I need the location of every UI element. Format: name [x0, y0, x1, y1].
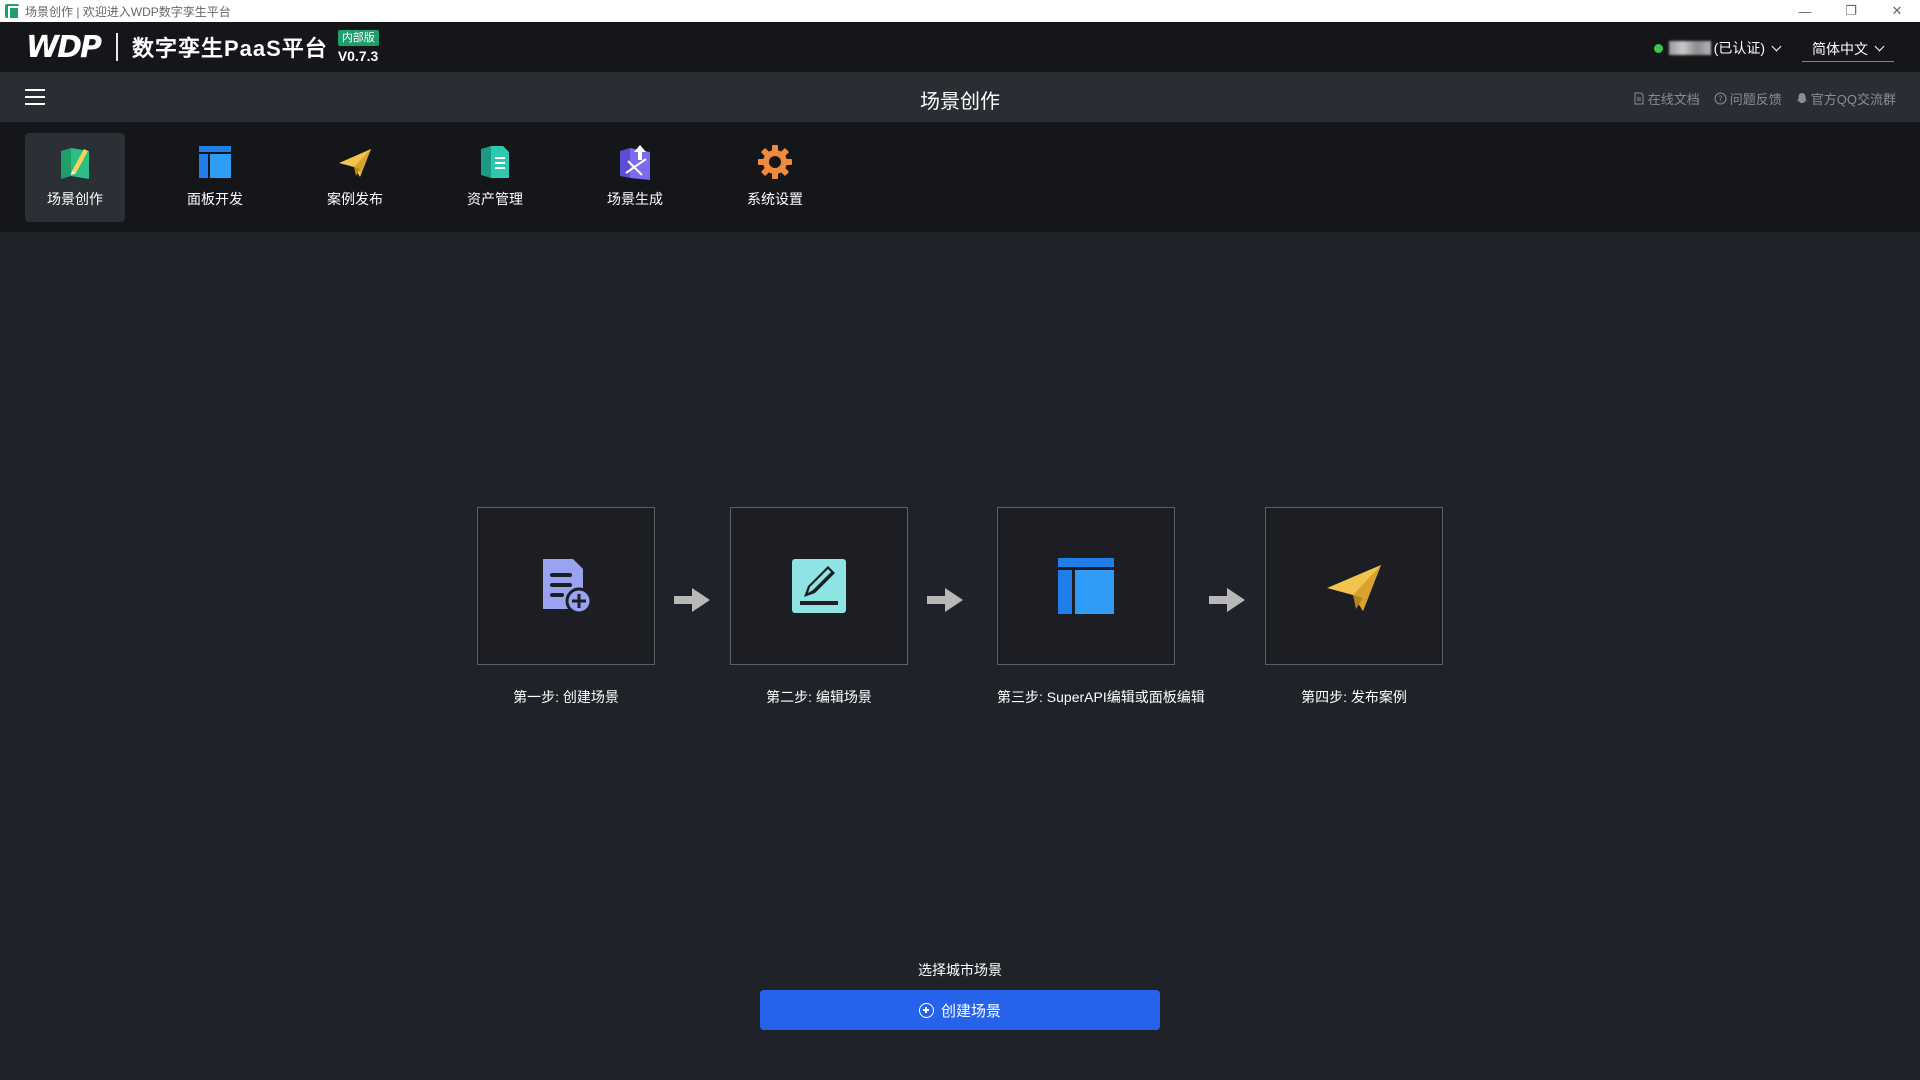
arrow-right-icon — [674, 588, 710, 612]
tool-label: 场景生成 — [607, 191, 663, 207]
online-docs-label: 在线文档 — [1647, 92, 1700, 107]
arrow-right-icon — [927, 588, 963, 612]
step-edit-scene-card[interactable] — [730, 507, 908, 665]
qq-group-link[interactable]: 官方QQ交流群 — [1796, 89, 1896, 108]
internal-badge: 内部版 — [337, 30, 379, 46]
step-label: 第一步: 创建场景 — [513, 689, 619, 705]
step-label: 第二步: 编辑场景 — [766, 689, 872, 705]
tool-system-settings[interactable]: 系统设置 — [725, 133, 825, 222]
panel-dev-icon — [199, 146, 231, 178]
step-label: 第三步: SuperAPI编辑或面板编辑 — [997, 689, 1205, 705]
step-edit-scene: 第二步: 编辑场景 — [730, 507, 908, 707]
window-titlebar: 场景创作 | 欢迎进入WDP数字孪生平台 — ❐ ✕ — [0, 0, 1920, 22]
restore-button[interactable]: ❐ — [1828, 0, 1874, 22]
paper-plane-icon — [1327, 565, 1381, 611]
feedback-link[interactable]: ? 问题反馈 — [1714, 89, 1782, 108]
question-icon: ? — [1714, 92, 1727, 105]
select-city-scene-label: 选择城市场景 — [918, 962, 1002, 978]
language-label: 简体中文 — [1812, 40, 1868, 57]
tool-label: 案例发布 — [327, 191, 383, 207]
online-docs-link[interactable]: 在线文档 — [1633, 89, 1700, 108]
user-menu[interactable]: (已认证) — [1653, 38, 1782, 58]
tool-scene-generate[interactable]: 场景生成 — [585, 133, 685, 222]
tool-label: 面板开发 — [187, 191, 243, 207]
logo-mark: WDP — [26, 29, 102, 65]
tool-scene-create[interactable]: 场景创作 — [25, 133, 125, 222]
tool-label: 资产管理 — [467, 191, 523, 207]
close-button[interactable]: ✕ — [1874, 0, 1920, 22]
tool-case-publish[interactable]: 案例发布 — [305, 133, 405, 222]
step-api-or-panel-card[interactable] — [997, 507, 1175, 665]
step-publish-case: 第四步: 发布案例 — [1265, 507, 1443, 707]
scene-gen-icon — [620, 145, 650, 180]
qq-icon — [1797, 93, 1807, 103]
add-circle-icon — [918, 1002, 934, 1018]
settings-icon — [758, 145, 792, 179]
step-api-or-panel: 第三步: SuperAPI编辑或面板编辑 — [997, 507, 1205, 707]
feedback-label: 问题反馈 — [1729, 92, 1782, 107]
create-scene-button[interactable]: 创建场景 — [760, 990, 1160, 1030]
svg-text:?: ? — [1718, 95, 1722, 104]
window-title: 场景创作 | 欢迎进入WDP数字孪生平台 — [25, 4, 231, 19]
window-controls: — ❐ ✕ — [1782, 0, 1920, 22]
create-doc-icon — [543, 559, 593, 615]
online-status-icon — [1653, 43, 1663, 53]
workflow-steps: 第一步: 创建场景 第二步: 编辑场景 第三步: SuperAPI编辑或面板编辑 — [477, 507, 1443, 707]
app-header: WDP 数字孪生PaaS平台 内部版 V0.7.3 (已认证) 简体中文 — [0, 22, 1920, 72]
step-create-scene-card[interactable] — [477, 507, 655, 665]
step-create-scene: 第一步: 创建场景 — [477, 507, 655, 707]
tool-label: 系统设置 — [747, 191, 803, 207]
main-toolbar: 场景创作 面板开发 案例发布 资产管理 场景生成 系统设置 — [0, 122, 1920, 232]
app-icon — [5, 4, 20, 20]
scene-create-icon — [61, 148, 89, 179]
version-label: V0.7.3 — [337, 48, 379, 64]
edit-icon — [792, 559, 846, 613]
platform-name: 数字孪生PaaS平台 — [131, 36, 328, 61]
username-blurred — [1668, 41, 1711, 55]
version-box: 内部版 V0.7.3 — [337, 30, 379, 64]
help-links: 在线文档 ? 问题反馈 官方QQ交流群 — [1619, 89, 1896, 108]
tool-asset-manage[interactable]: 资产管理 — [445, 133, 545, 222]
step-label: 第四步: 发布案例 — [1301, 689, 1407, 705]
logo[interactable]: WDP 数字孪生PaaS平台 — [26, 30, 328, 65]
tool-panel-dev[interactable]: 面板开发 — [165, 133, 265, 222]
logo-divider — [115, 33, 118, 61]
minimize-button[interactable]: — — [1782, 0, 1828, 22]
create-scene-label: 创建场景 — [940, 1002, 1001, 1020]
layout-icon — [1058, 558, 1114, 614]
language-select[interactable]: 简体中文 — [1802, 36, 1894, 62]
arrow-right-icon — [1209, 588, 1245, 612]
asset-icon — [481, 146, 509, 178]
tool-label: 场景创作 — [47, 191, 103, 207]
publish-icon — [339, 149, 371, 177]
menu-icon[interactable] — [25, 89, 45, 105]
step-publish-case-card[interactable] — [1265, 507, 1443, 665]
qq-group-label: 官方QQ交流群 — [1810, 92, 1896, 107]
document-icon — [1634, 92, 1644, 105]
chevron-down-icon — [1874, 41, 1885, 52]
sub-bar: 场景创作 在线文档 ? 问题反馈 官方QQ交流群 — [0, 72, 1920, 122]
user-status-text: (已认证) — [1713, 40, 1765, 56]
chevron-down-icon — [1771, 41, 1782, 51]
